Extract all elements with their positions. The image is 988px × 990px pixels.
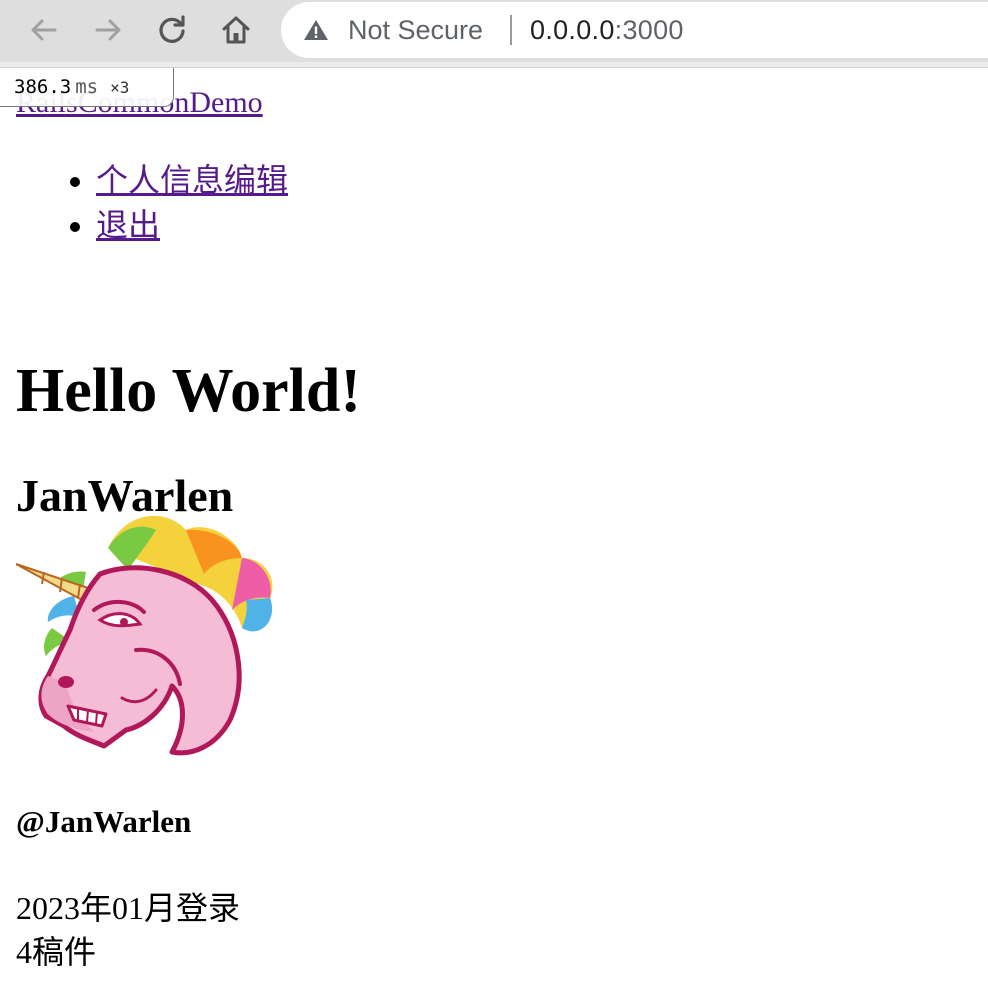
url-host: 0.0.0.0 <box>530 15 615 45</box>
timing-badge[interactable]: 386.3 ms ×3 <box>0 68 174 107</box>
page-title: Hello World! <box>16 357 362 425</box>
joined-date: 2023年01月登录 <box>16 890 241 926</box>
user-nav-list: 个人信息编辑 退出 <box>16 158 288 248</box>
url-port: :3000 <box>614 15 684 45</box>
reload-button[interactable] <box>152 10 192 50</box>
forward-button[interactable] <box>88 10 128 50</box>
security-label[interactable]: Not Secure <box>348 14 483 46</box>
nav-item-profile-edit: 个人信息编辑 <box>96 158 288 203</box>
nav-item-logout: 退出 <box>96 203 288 248</box>
user-meta: 2023年01月登录 4稿件 <box>16 886 240 974</box>
user-handle: @JanWarlen <box>16 804 192 839</box>
timing-value: 386.3 <box>14 76 72 98</box>
address-divider <box>510 15 512 45</box>
url-text[interactable]: 0.0.0.0:3000 <box>530 14 684 46</box>
home-button[interactable] <box>216 10 256 50</box>
home-icon <box>222 16 250 44</box>
arrow-right-icon <box>95 19 121 41</box>
arrow-left-icon <box>31 19 57 41</box>
timing-count: ×3 <box>110 78 130 97</box>
back-button[interactable] <box>24 10 64 50</box>
unicorn-avatar <box>16 515 273 756</box>
post-count: 4稿件 <box>16 934 97 970</box>
warning-triangle-icon[interactable] <box>303 18 329 42</box>
reload-icon <box>159 15 185 43</box>
browser-toolbar: Not Secure 0.0.0.0:3000 <box>0 0 988 63</box>
profile-edit-link[interactable]: 个人信息编辑 <box>96 162 288 198</box>
address-bar[interactable]: Not Secure 0.0.0.0:3000 <box>281 2 988 58</box>
timing-unit: ms <box>75 76 99 98</box>
logout-link[interactable]: 退出 <box>96 207 160 243</box>
